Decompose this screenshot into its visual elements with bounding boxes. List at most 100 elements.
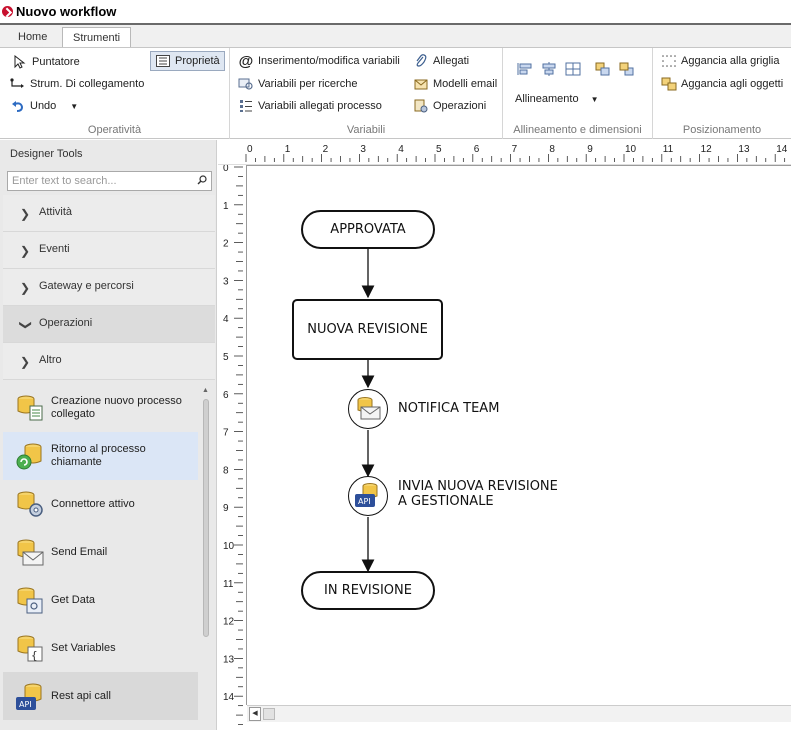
snap-objects-icon	[661, 76, 677, 92]
tab-home[interactable]: Home	[8, 27, 57, 49]
allegati-button[interactable]: Allegati	[413, 51, 469, 71]
category-attivita[interactable]: ❯ Attività	[3, 195, 215, 232]
strum-collegamento-button[interactable]: Strum. Di collegamento	[10, 74, 144, 94]
scrollbar-thumb[interactable]	[263, 708, 275, 720]
invia-line-2: A GESTIONALE	[398, 494, 494, 509]
canvas-horizontal-scrollbar[interactable]: ◀	[247, 705, 791, 722]
category-operazioni[interactable]: ❯ Operazioni	[3, 306, 215, 343]
operazioni-button[interactable]: Operazioni	[413, 96, 486, 116]
chevron-down-icon: ❯	[19, 319, 34, 331]
start-node[interactable]: APPROVATA	[301, 210, 435, 249]
modelli-email-label: Modelli email	[433, 78, 498, 90]
align-center-button[interactable]	[541, 59, 561, 79]
group-title-allineamento: Allineamento e dimensioni	[513, 124, 642, 136]
allegati-label: Allegati	[433, 55, 470, 67]
scroll-left-icon[interactable]: ◀	[249, 707, 261, 721]
aggancia-oggetti-label: Aggancia agli oggetti	[681, 78, 784, 90]
bring-front-button[interactable]	[595, 59, 615, 79]
invia-gestionale-node[interactable]: API	[348, 476, 388, 516]
end-node[interactable]: IN REVISIONE	[301, 571, 435, 610]
tool-connettore-attivo[interactable]: Connettore attivo	[3, 480, 198, 528]
connector-icon	[10, 76, 26, 92]
group-title-variabili: Variabili	[346, 124, 386, 136]
align-left-button[interactable]	[517, 59, 537, 79]
search-icon[interactable]	[197, 175, 207, 185]
ruler-label: 5	[223, 352, 229, 363]
operazioni-label: Operazioni	[433, 100, 487, 112]
ruler-label: 4	[223, 314, 229, 325]
align-left-icon	[517, 61, 533, 77]
variabili-ricerche-button[interactable]: Variabili per ricerche	[238, 74, 357, 94]
tool-label: Creazione nuovo processo collegato	[51, 395, 182, 420]
svg-text:{: {	[31, 649, 38, 662]
chevron-right-icon: ❯	[20, 355, 31, 369]
allineamento-label: Allineamento	[515, 93, 579, 105]
at-icon: @	[238, 52, 254, 70]
database-variables-icon: {	[17, 635, 43, 662]
puntatore-label: Puntatore	[32, 56, 80, 68]
workflow-canvas[interactable]: APPROVATA NUOVA REVISIONE NOTIFICA TEAM …	[246, 165, 791, 705]
notifica-team-node[interactable]	[348, 389, 388, 429]
align-size-button[interactable]	[565, 59, 585, 79]
puntatore-button[interactable]: Puntatore	[12, 52, 80, 72]
ruler-label: 14	[223, 692, 235, 703]
category-altro[interactable]: ❯ Altro	[3, 343, 215, 380]
tool-label: Get Data	[51, 593, 96, 606]
chevron-down-icon: ▼	[590, 94, 599, 104]
send-back-button[interactable]	[619, 59, 639, 79]
tool-ritorno-processo[interactable]: Ritorno al processo chiamante	[3, 432, 198, 480]
bring-front-icon	[595, 61, 611, 77]
group-variabili: @ Inserimento/modifica variabili Variabi…	[230, 48, 503, 139]
align-center-icon	[541, 61, 557, 77]
modelli-email-button[interactable]: Modelli email	[413, 74, 497, 94]
vertical-ruler: 0 1 2 3 4 5 6 7 8 9 10 11 12 13 14	[218, 163, 246, 730]
inserimento-variabili-button[interactable]: @ Inserimento/modifica variabili	[238, 51, 400, 71]
ruler-label: 3	[223, 276, 229, 287]
undo-dropdown-icon[interactable]: ▼	[70, 102, 78, 111]
sidebar-scrollbar[interactable]: ▲	[201, 385, 211, 730]
aggancia-griglia-button[interactable]: Aggancia alla griglia	[661, 51, 779, 71]
ruler-label: 14	[776, 144, 788, 155]
inserimento-label: Inserimento/modifica variabili	[258, 55, 400, 67]
scrollbar-thumb[interactable]	[203, 399, 209, 637]
tab-strumenti[interactable]: Strumenti	[62, 27, 132, 49]
tool-set-variables[interactable]: { Set Variables	[3, 624, 198, 672]
proprieta-button[interactable]: Proprietà	[150, 51, 225, 71]
group-operativita: Puntatore Strum. Di collegamento Undo ▼ …	[0, 48, 230, 139]
group-posizionamento: Aggancia alla griglia Aggancia agli ogge…	[653, 48, 791, 139]
undo-icon	[10, 98, 26, 114]
send-back-icon	[619, 61, 635, 77]
group-title-posizionamento: Posizionamento	[682, 124, 762, 136]
category-label: Attività	[39, 206, 73, 218]
aggancia-oggetti-button[interactable]: Aggancia agli oggetti	[661, 74, 783, 94]
horizontal-ruler-ticks: 0 1 2 3 4 5 6 7 8 9 10 11 12 13 14	[245, 144, 788, 162]
category-label: Eventi	[39, 243, 70, 255]
variabili-allegati-processo-button[interactable]: Variabili allegati processo	[238, 96, 382, 116]
tool-rest-api-call[interactable]: API Rest api call	[3, 672, 198, 720]
ruler-label: 11	[223, 579, 234, 590]
scroll-up-icon[interactable]: ▲	[202, 387, 209, 394]
proprieta-label: Proprietà	[175, 55, 220, 67]
ruler-label: 0	[247, 144, 253, 155]
task-nuova-revisione[interactable]: NUOVA REVISIONE	[292, 299, 443, 360]
group-title-operativita: Operatività	[87, 124, 142, 136]
search-input[interactable]: Enter text to search...	[7, 171, 212, 191]
category-eventi[interactable]: ❯ Eventi	[3, 232, 215, 269]
email-activity-icon	[357, 397, 381, 420]
group-allineamento: Allineamento ▼ Allineamento e dimensioni	[503, 48, 653, 139]
window-title: Nuovo workflow	[16, 4, 117, 19]
ruler-label: 11	[663, 144, 674, 155]
tool-label: Rest api call	[51, 689, 111, 702]
vertical-ruler-ticks: 01234567891011121314	[223, 163, 243, 725]
align-size-icon	[565, 61, 581, 77]
tool-get-data[interactable]: Get Data	[3, 576, 198, 624]
ruler-label: 1	[285, 144, 291, 155]
undo-button[interactable]: Undo ▼	[10, 96, 78, 116]
ruler-label: 13	[223, 654, 235, 665]
ruler-label: 10	[625, 144, 637, 155]
tool-creazione-processo[interactable]: Creazione nuovo processo collegato	[3, 384, 198, 432]
allineamento-dropdown[interactable]: Allineamento ▼	[515, 89, 599, 109]
category-gateway[interactable]: ❯ Gateway e percorsi	[3, 269, 215, 306]
database-return-icon	[16, 443, 42, 470]
tool-send-email[interactable]: Send Email	[3, 528, 198, 576]
